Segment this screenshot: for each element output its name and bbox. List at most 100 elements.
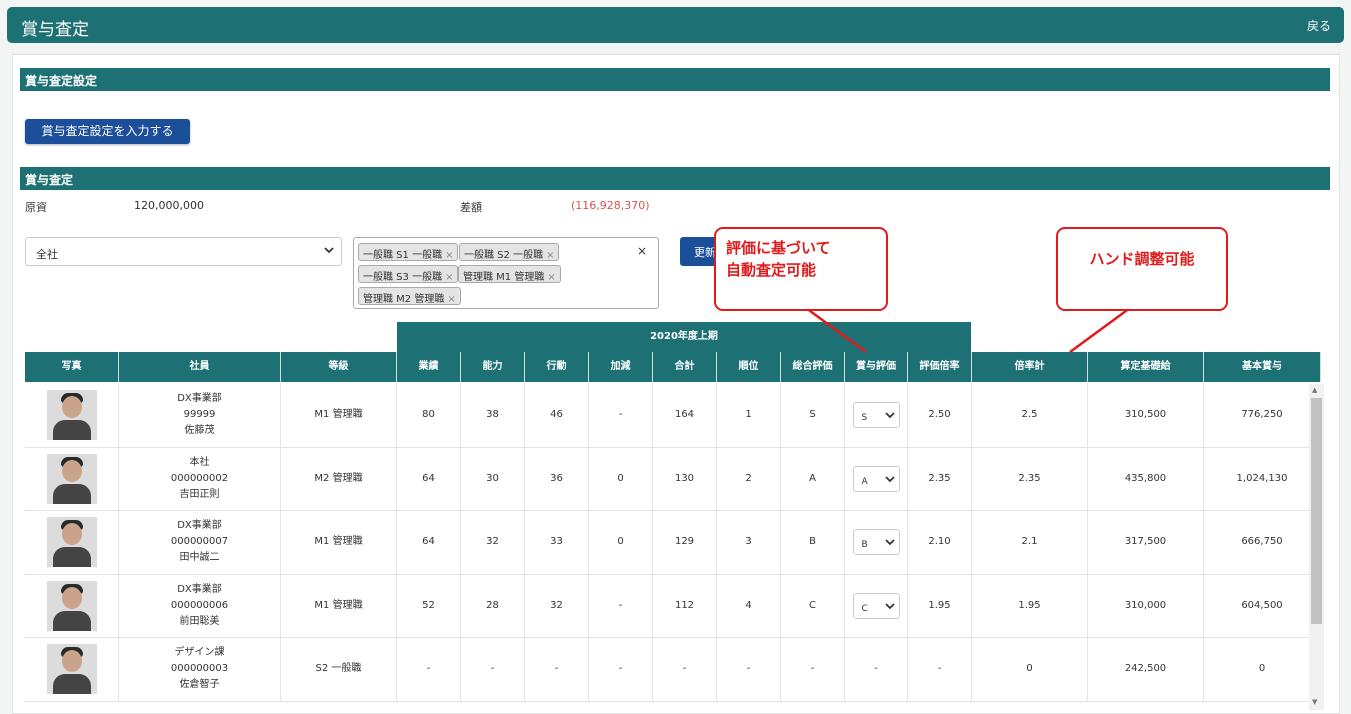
adjustment-cell: 0: [589, 447, 653, 510]
rate-total-cell[interactable]: 1.95: [972, 574, 1088, 637]
grade-tag[interactable]: 一般職 S3 一般職 ×: [358, 265, 459, 283]
employee-cell: 本社 000000002 吉田正則: [119, 447, 281, 510]
grade-tag[interactable]: 一般職 S2 一般職 ×: [459, 243, 560, 261]
grade-tag[interactable]: 一般職 S1 一般職 ×: [358, 243, 459, 261]
table-row[interactable]: DX事業部 000000007 田中誠二 M1 管理職 64 32 33 0 129…: [25, 511, 1321, 575]
grade-cell: M1 管理職: [281, 574, 397, 637]
employee-photo: [46, 453, 97, 504]
grade-cell: M2 管理職: [281, 447, 397, 510]
action-cell: 36: [525, 447, 589, 510]
department-select[interactable]: 全社: [25, 237, 342, 266]
photo-cell: [25, 511, 119, 574]
employee-id: 000000003: [170, 663, 229, 675]
rank-cell: 4: [717, 574, 781, 637]
rank-cell: 3: [717, 511, 781, 574]
total-cell: 129: [653, 511, 717, 574]
bonus-eval-select[interactable]: A: [852, 465, 900, 492]
ability-cell: -: [461, 638, 525, 701]
bonus-eval-value: S: [861, 413, 868, 424]
ability-cell: 32: [461, 511, 525, 574]
eval-rate-cell: 2.35: [908, 447, 972, 510]
employee-cell: DX事業部 99999 佐藤茂: [119, 384, 281, 447]
grade-cell: S2 一般職: [281, 638, 397, 701]
employee-dept: DX事業部: [177, 583, 222, 595]
tag-remove-icon[interactable]: ×: [546, 250, 554, 261]
rate-total-cell[interactable]: 2.5: [972, 384, 1088, 447]
performance-cell: 64: [397, 511, 461, 574]
rate-total-cell[interactable]: 0: [972, 638, 1088, 701]
table-body: DX事業部 99999 佐藤茂 M1 管理職 80 38 46 - 164 1 S …: [25, 384, 1321, 702]
chevron-down-icon: [884, 412, 895, 419]
column-header: 賞与評価: [845, 352, 908, 382]
assessment-section-header: 賞与査定: [20, 167, 1330, 190]
overall-eval-cell: -: [781, 638, 845, 701]
total-cell: -: [653, 638, 717, 701]
table-row[interactable]: DX事業部 000000006 前田聡美 M1 管理職 52 28 32 - 112…: [25, 574, 1321, 638]
employee-photo: [46, 517, 97, 568]
tag-remove-icon[interactable]: ×: [445, 272, 453, 283]
column-header: 行動: [525, 352, 589, 382]
employee-id: 000000002: [170, 472, 229, 484]
employee-name: 田中誠二: [179, 552, 220, 564]
base-bonus-cell: 604,500: [1204, 574, 1321, 637]
tag-remove-icon[interactable]: ×: [447, 294, 455, 305]
grade-multiselect[interactable]: 一般職 S1 一般職 × 一般職 S2 一般職 × 一般職 S3 一般職 × 管理職 …: [353, 237, 659, 309]
employee-id: 000000007: [170, 536, 229, 548]
eval-rate-cell: 2.50: [908, 384, 972, 447]
employee-cell: デザイン課 000000003 佐倉智子: [119, 638, 281, 701]
clear-all-icon[interactable]: ×: [637, 244, 647, 258]
grade-cell: M1 管理職: [281, 511, 397, 574]
total-cell: 112: [653, 574, 717, 637]
column-header: 業績: [397, 352, 461, 382]
grade-tag[interactable]: 管理職 M2 管理職 ×: [358, 287, 461, 305]
rank-cell: -: [717, 638, 781, 701]
rate-total-cell[interactable]: 2.35: [972, 447, 1088, 510]
action-cell: -: [525, 638, 589, 701]
base-bonus-cell: 666,750: [1204, 511, 1321, 574]
employee-photo: [46, 390, 97, 441]
assessment-table: 2020年度上期 写真 社員 等級 業績 能力 行動 加減 合計 順位 総合評価…: [25, 322, 1325, 710]
base-salary-cell: 310,000: [1088, 574, 1204, 637]
grade-tag[interactable]: 管理職 M1 管理職 ×: [458, 265, 561, 283]
column-header: 順位: [717, 352, 781, 382]
employee-dept: DX事業部: [177, 520, 222, 532]
action-cell: 46: [525, 384, 589, 447]
bonus-eval-select[interactable]: B: [852, 529, 900, 556]
employee-id: 99999: [183, 409, 216, 421]
column-header: 加減: [589, 352, 653, 382]
table-row[interactable]: デザイン課 000000003 佐倉智子 S2 一般職 - - - - - - - …: [25, 638, 1321, 702]
eval-rate-cell: -: [908, 638, 972, 701]
table-row[interactable]: 本社 000000002 吉田正則 M2 管理職 64 30 36 0 130 2 …: [25, 447, 1321, 511]
top-header-bar: 賞与査定 戻る: [7, 7, 1344, 43]
base-salary-cell: 317,500: [1088, 511, 1204, 574]
grade-tag-label: 一般職 S2 一般職: [464, 250, 544, 261]
adjustment-cell: -: [589, 384, 653, 447]
adjustment-cell: -: [589, 638, 653, 701]
table-scrollbar[interactable]: ▲ ▼: [1309, 384, 1324, 710]
rate-total-cell[interactable]: 2.1: [972, 511, 1088, 574]
scrollbar-thumb[interactable]: [1311, 398, 1322, 624]
adjustment-cell: -: [589, 574, 653, 637]
performance-cell: 52: [397, 574, 461, 637]
difference-label: 差額: [460, 201, 482, 214]
employee-cell: DX事業部 000000007 田中誠二: [119, 511, 281, 574]
enter-settings-button[interactable]: 賞与査定設定を入力する: [25, 119, 190, 144]
tag-remove-icon[interactable]: ×: [445, 250, 453, 261]
bonus-eval-cell: S: [845, 384, 908, 447]
table-row[interactable]: DX事業部 99999 佐藤茂 M1 管理職 80 38 46 - 164 1 S …: [25, 384, 1321, 448]
column-header: 評価倍率: [908, 352, 972, 382]
overall-eval-cell: B: [781, 511, 845, 574]
eval-rate-cell: 2.10: [908, 511, 972, 574]
bonus-eval-select[interactable]: S: [852, 402, 900, 429]
rank-cell: 1: [717, 384, 781, 447]
bonus-eval-select[interactable]: C: [852, 592, 900, 619]
action-cell: 33: [525, 511, 589, 574]
bonus-eval-cell: A: [845, 447, 908, 510]
total-cell: 164: [653, 384, 717, 447]
tag-remove-icon[interactable]: ×: [547, 272, 555, 283]
scroll-up-icon[interactable]: ▲: [1312, 386, 1317, 394]
back-link[interactable]: 戻る: [1307, 17, 1331, 34]
column-header: 能力: [461, 352, 525, 382]
scroll-down-icon[interactable]: ▼: [1312, 698, 1317, 706]
grade-tag-label: 一般職 S1 一般職: [363, 250, 443, 261]
